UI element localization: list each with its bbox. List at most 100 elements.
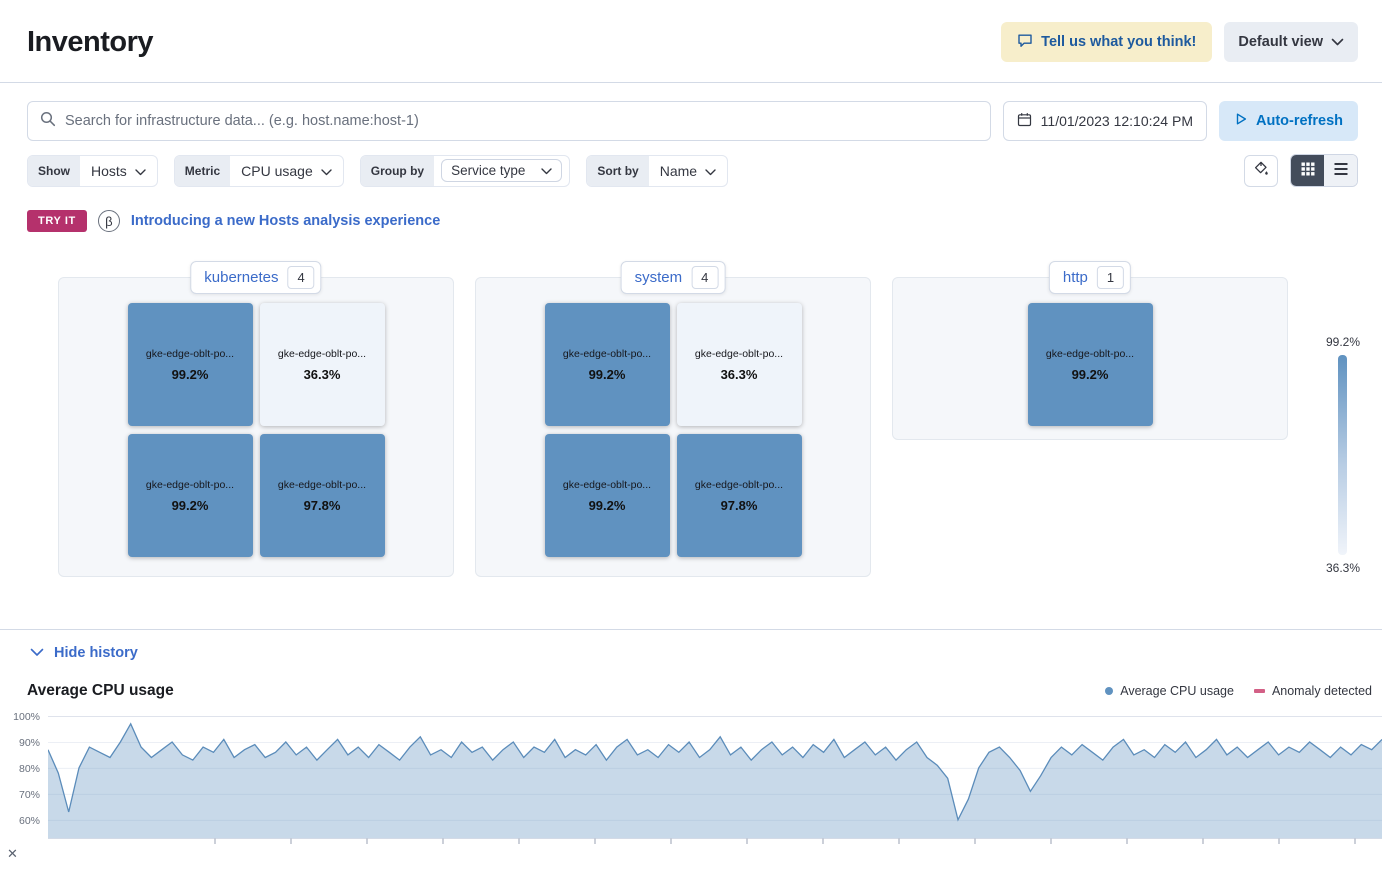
datetime-value: 11/01/2023 12:10:24 PM xyxy=(1041,113,1193,129)
group-name[interactable]: kubernetes xyxy=(191,262,284,293)
feedback-button[interactable]: Tell us what you think! xyxy=(1001,22,1212,62)
view-selector-label: Default view xyxy=(1238,34,1323,50)
hide-history-label: Hide history xyxy=(54,645,138,661)
host-group-kubernetes: kubernetes4gke-edge-oblt-po...99.2%gke-e… xyxy=(58,277,454,577)
host-tile[interactable]: gke-edge-oblt-po...99.2% xyxy=(128,434,253,557)
host-metric-value: 36.3% xyxy=(304,367,341,382)
metric-filter-label: Metric xyxy=(175,156,230,186)
search-toolbar: 11/01/2023 12:10:24 PM Auto-refresh xyxy=(0,83,1382,141)
group-panel: gke-edge-oblt-po...99.2%gke-edge-oblt-po… xyxy=(475,277,871,577)
chevron-down-icon xyxy=(1331,34,1344,50)
host-name: gke-edge-oblt-po... xyxy=(695,348,783,360)
close-icon[interactable]: ✕ xyxy=(7,846,18,862)
chevron-down-icon xyxy=(321,163,332,179)
group-name[interactable]: http xyxy=(1050,262,1094,293)
beta-icon: β xyxy=(98,210,120,232)
host-name: gke-edge-oblt-po... xyxy=(146,479,234,491)
host-tile[interactable]: gke-edge-oblt-po... 97.8% xyxy=(677,434,802,557)
inventory-page: Inventory Tell us what you think! Defaul… xyxy=(0,0,1382,887)
legend-dot-icon xyxy=(1105,687,1113,695)
host-tile[interactable]: gke-edge-oblt-po... 99.2% xyxy=(545,434,670,557)
chevron-down-icon xyxy=(541,163,552,178)
play-icon xyxy=(1234,112,1248,130)
group-by-filter-label: Group by xyxy=(361,156,434,186)
chart-area: 100%90%80%70%60% xyxy=(0,716,1382,848)
chart-legend: Average CPU usage Anomaly detected xyxy=(1105,684,1372,698)
show-filter-label: Show xyxy=(28,156,80,186)
page-title: Inventory xyxy=(27,26,153,59)
host-tile[interactable]: gke-edge-oblt-po... 99.2% xyxy=(128,303,253,426)
auto-refresh-label: Auto-refresh xyxy=(1256,113,1343,129)
host-name: gke-edge-oblt-po... xyxy=(563,348,651,360)
group-by-filter-value: Service type xyxy=(451,163,525,178)
scale-gradient-bar xyxy=(1338,355,1347,555)
auto-refresh-button[interactable]: Auto-refresh xyxy=(1219,101,1358,141)
default-view-button[interactable]: Default view xyxy=(1224,22,1358,62)
y-axis: 100%90%80%70%60% xyxy=(0,716,45,838)
scale-min-label: 36.3% xyxy=(1326,561,1360,575)
table-view-icon xyxy=(1334,162,1348,179)
host-tile[interactable]: gke-edge-oblt-po... 99.2% xyxy=(545,303,670,426)
group-label[interactable]: http1 xyxy=(1049,261,1131,294)
metric-filter[interactable]: Metric CPU usage xyxy=(174,155,344,187)
group-count-badge: 1 xyxy=(1097,266,1124,289)
page-header: Inventory Tell us what you think! Defaul… xyxy=(0,0,1382,82)
host-tile[interactable]: gke-edge-oblt-po... 36.3% xyxy=(677,303,802,426)
sort-by-filter-label: Sort by xyxy=(587,156,648,186)
table-view-button[interactable] xyxy=(1324,155,1357,186)
scale-max-label: 99.2% xyxy=(1326,335,1360,349)
host-metric-value: 99.2% xyxy=(589,367,626,382)
chart-header: Average CPU usage Average CPU usage Anom… xyxy=(0,674,1382,700)
legend-average-cpu-label: Average CPU usage xyxy=(1120,684,1234,698)
header-actions: Tell us what you think! Default view xyxy=(1001,22,1358,62)
host-metric-value: 99.2% xyxy=(1072,367,1109,382)
legend-anomaly-label: Anomaly detected xyxy=(1272,684,1372,698)
y-axis-tick-label: 60% xyxy=(19,815,40,827)
y-axis-tick-label: 100% xyxy=(13,711,40,723)
chart-title: Average CPU usage xyxy=(27,682,174,700)
group-by-select[interactable]: Service type xyxy=(441,159,562,182)
host-metric-value: 97.8% xyxy=(304,498,341,513)
hide-history-toggle[interactable]: Hide history xyxy=(0,630,1382,674)
group-name[interactable]: system xyxy=(622,262,689,293)
host-name: gke-edge-oblt-po... xyxy=(278,479,366,491)
hosts-analysis-link[interactable]: Introducing a new Hosts analysis experie… xyxy=(131,213,440,229)
host-tile[interactable]: gke-edge-oblt-po... 99.2% xyxy=(1028,303,1153,426)
sort-by-filter[interactable]: Sort by Name xyxy=(586,155,728,187)
host-metric-value: 97.8% xyxy=(721,498,758,513)
host-name: gke-edge-oblt-po... xyxy=(695,479,783,491)
host-tile[interactable]: gke-edge-oblt-po... 97.8% xyxy=(260,434,385,557)
date-picker-button[interactable]: 11/01/2023 12:10:24 PM xyxy=(1003,101,1207,141)
group-label[interactable]: kubernetes4 xyxy=(190,261,321,294)
host-name: gke-edge-oblt-po... xyxy=(1046,348,1134,360)
chevron-down-icon xyxy=(135,163,146,179)
group-by-filter[interactable]: Group by Service type xyxy=(360,155,571,187)
fill-color-button[interactable] xyxy=(1244,155,1278,187)
try-it-badge[interactable]: TRY IT xyxy=(27,210,87,232)
show-filter[interactable]: Show Hosts xyxy=(27,155,158,187)
host-metric-value: 99.2% xyxy=(172,367,209,382)
group-panel: gke-edge-oblt-po... 99.2% xyxy=(892,277,1288,440)
fill-color-icon xyxy=(1253,161,1269,180)
search-icon xyxy=(40,111,56,132)
host-name: gke-edge-oblt-po... xyxy=(563,479,651,491)
search-input-wrapper xyxy=(27,101,991,141)
host-group-http: http1gke-edge-oblt-po...99.2% xyxy=(892,277,1288,577)
legend-anomaly[interactable]: Anomaly detected xyxy=(1254,684,1372,698)
host-metric-value: 36.3% xyxy=(721,367,758,382)
host-name: gke-edge-oblt-po... xyxy=(146,348,234,360)
legend-dash-icon xyxy=(1254,689,1265,693)
host-tile[interactable]: gke-edge-oblt-po... 36.3% xyxy=(260,303,385,426)
legend-average-cpu[interactable]: Average CPU usage xyxy=(1105,684,1234,698)
waffle-map: kubernetes4 gke-edge-oblt-po... 99.2% gke-e… xyxy=(0,232,1382,577)
cpu-history-section: Average CPU usage Average CPU usage Anom… xyxy=(0,674,1382,848)
filter-bar: Show Hosts Metric CPU usage Group by Ser… xyxy=(0,141,1382,187)
host-group-system: system4gke-edge-oblt-po...99.2%gke-edge-… xyxy=(475,277,871,577)
group-label[interactable]: system4 xyxy=(621,261,726,294)
search-input[interactable] xyxy=(65,113,978,129)
host-metric-value: 99.2% xyxy=(589,498,626,513)
group-count-badge: 4 xyxy=(287,266,314,289)
grid-view-button[interactable] xyxy=(1291,155,1324,186)
speech-bubble-icon xyxy=(1017,32,1033,52)
host-name: gke-edge-oblt-po... xyxy=(278,348,366,360)
